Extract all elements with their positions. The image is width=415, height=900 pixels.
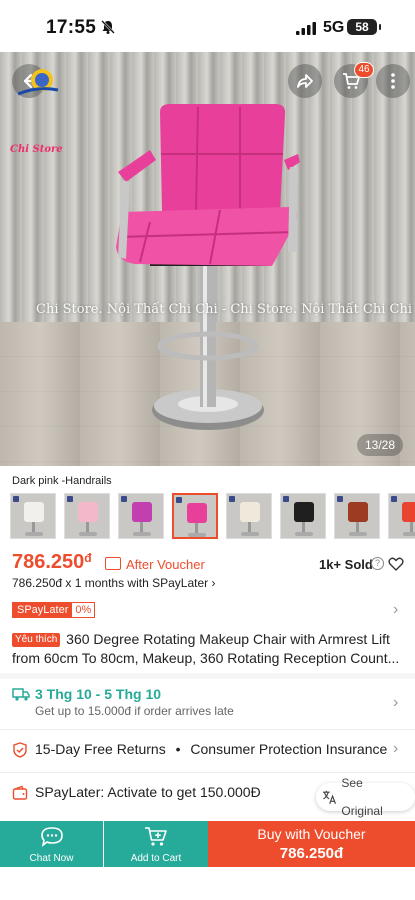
divider (0, 729, 415, 730)
help-icon[interactable]: ? (371, 557, 384, 570)
chair-base (403, 532, 415, 536)
chair-thumbnail-image (78, 502, 98, 522)
spaylater-badge-rate: 0% (75, 604, 92, 616)
bell-off-icon (101, 20, 115, 34)
more-icon (391, 73, 395, 89)
thumbnail-tag-icon (391, 496, 397, 502)
store-logo (17, 69, 59, 96)
chair-thumbnail-image (24, 502, 44, 522)
variant-thumbnail[interactable] (226, 493, 272, 539)
image-counter: 13/28 (356, 434, 403, 456)
price-currency: đ (84, 551, 92, 565)
insurance-text: Consumer Protection Insurance (190, 741, 388, 757)
free-returns-text: 15-Day Free Returns (35, 741, 166, 757)
product-chair-image (116, 104, 300, 430)
chair-base (188, 533, 206, 537)
thumbnail-tag-icon (283, 496, 289, 502)
store-logo-text: Chi Store (10, 144, 63, 155)
thumbnail-tag-icon (13, 496, 19, 502)
status-time: 17:55 (46, 17, 97, 38)
chair-thumbnail-image (240, 502, 260, 522)
buy-price-label: 786.250đ (279, 845, 344, 862)
spaylater-badge-label: SPayLater (13, 603, 73, 617)
section-divider (0, 673, 415, 679)
cart-button[interactable]: 46 (334, 62, 374, 98)
separator-dot: • (175, 741, 181, 757)
network-type: 5G (323, 19, 345, 36)
battery-icon: 58 (347, 19, 381, 35)
truck-icon (12, 688, 30, 701)
share-button[interactable] (288, 64, 322, 98)
chevron-right-icon[interactable]: › (393, 740, 398, 758)
variant-thumbnail[interactable] (388, 493, 415, 539)
product-title-text: 360 Degree Rotating Makeup Chair with Ar… (12, 631, 400, 666)
chair-thumbnail-image (132, 502, 152, 522)
variant-thumbnail[interactable] (64, 493, 110, 539)
variant-thumbnail[interactable] (172, 493, 218, 539)
translate-icon (322, 790, 337, 804)
installment-text: 786.250đ x 1 months with SPayLater (12, 576, 209, 590)
thumbnail-tag-icon (121, 496, 127, 502)
chat-now-label: Chat Now (29, 853, 74, 864)
thumbnail-tag-icon (67, 496, 73, 502)
see-original-label: See Original (341, 776, 383, 818)
chat-now-button[interactable]: Chat Now (0, 821, 103, 867)
variant-thumbnail[interactable] (118, 493, 164, 539)
shipping-note: Get up to 15.000đ if order arrives late (35, 704, 234, 718)
price: 786.250đ (12, 551, 92, 574)
chair-thumbnail-image (187, 503, 207, 523)
favorite-badge: Yêu thích (12, 633, 61, 647)
add-to-cart-icon (145, 827, 167, 846)
thumbnail-tag-icon (176, 497, 182, 503)
wallet-icon (12, 785, 28, 800)
status-bar: 17:55 5G 58 (0, 0, 415, 52)
returns-row[interactable]: 15-Day Free Returns • Consumer Protectio… (35, 741, 387, 757)
chair-base (25, 532, 43, 536)
chair-thumbnail-image (402, 502, 415, 522)
chevron-right-icon[interactable]: › (393, 694, 398, 712)
thumbnail-tag-icon (229, 496, 235, 502)
cart-count-badge: 46 (354, 62, 374, 78)
variant-label: Dark pink -Handrails (12, 475, 112, 487)
shipping-dates[interactable]: 3 Thg 10 - 5 Thg 10 (35, 686, 161, 702)
buy-with-voucher-label: Buy with Voucher (257, 826, 366, 842)
chair-base (295, 532, 313, 536)
chair-thumbnail-image (348, 502, 368, 522)
watermark-text: Chi Store. Nội Thất Chi Chi - Chi Store.… (36, 302, 413, 317)
chair-base (79, 532, 97, 536)
chair-base (349, 532, 367, 536)
share-icon (297, 74, 313, 88)
installment-row[interactable]: 786.250đ x 1 months with SPayLater › (12, 576, 215, 590)
add-to-cart-button[interactable]: Add to Cart (104, 821, 208, 867)
price-amount: 786.250 (12, 551, 85, 573)
sold-count: 1k+ Sold (319, 557, 373, 572)
add-to-cart-label: Add to Cart (130, 853, 182, 864)
voucher-icon (105, 557, 121, 570)
variant-thumbnail[interactable] (334, 493, 380, 539)
chair-base (241, 532, 259, 536)
chair-base (133, 532, 151, 536)
thumbnail-tag-icon (337, 496, 343, 502)
chevron-right-icon[interactable]: › (393, 601, 398, 619)
bottom-action-bar: Chat Now Add to Cart Buy with Voucher 78… (0, 821, 415, 867)
variant-thumbnail[interactable] (10, 493, 56, 539)
variant-thumbnails (10, 493, 415, 541)
spaylater-activate-text[interactable]: SPayLater: Activate to get 150.000Đ (35, 784, 261, 800)
chair-thumbnail-image (294, 502, 314, 522)
spaylater-badge: SPayLater 0% (12, 602, 96, 618)
after-voucher-label: After Voucher (126, 557, 205, 572)
product-image-carousel[interactable]: Chi Store. Nội Thất Chi Chi - Chi Store.… (0, 52, 415, 466)
chevron-right-icon: › (211, 576, 216, 590)
see-original-button[interactable]: See Original (316, 776, 415, 818)
product-title: Yêu thích 360 Degree Rotating Makeup Cha… (12, 630, 408, 668)
chat-icon (40, 827, 63, 847)
variant-thumbnail[interactable] (280, 493, 326, 539)
heart-icon[interactable] (388, 556, 404, 572)
signal-icon (296, 22, 316, 35)
buy-with-voucher-button[interactable]: Buy with Voucher 786.250đ (208, 821, 415, 867)
more-button[interactable] (376, 64, 410, 98)
shield-icon (13, 742, 27, 758)
